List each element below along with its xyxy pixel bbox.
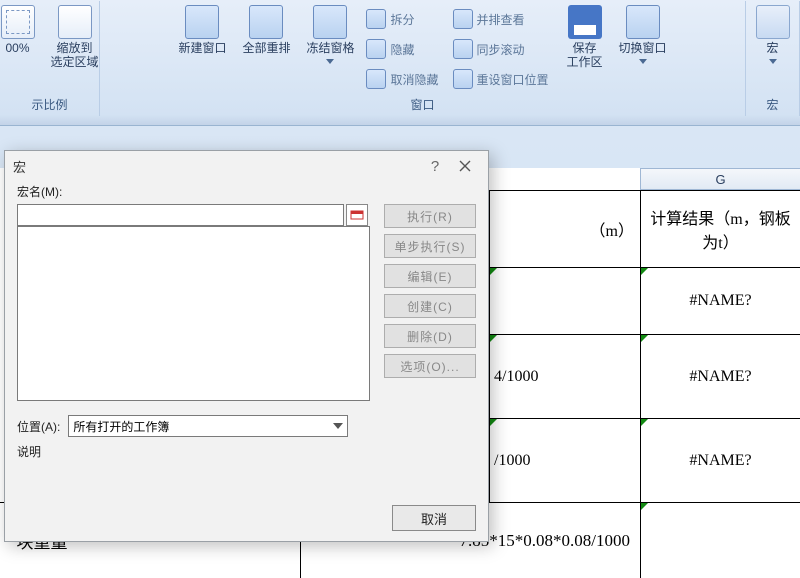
collapse-icon [350, 210, 364, 220]
split-button[interactable]: 拆分 [366, 5, 438, 33]
dialog-titlebar[interactable]: 宏 ? [5, 151, 488, 181]
cell-g-row3[interactable]: #NAME? [640, 418, 800, 502]
step-button[interactable]: 单步执行(S) [384, 234, 476, 258]
arrange-icon [249, 5, 283, 39]
ribbon-group-window: 新建窗口 全部重排 冻结窗格 拆分 隐藏 取消隐藏 并排查看 同步滚动 重设窗口… [100, 1, 746, 116]
sheet-icon [1, 5, 35, 39]
split-icon [366, 9, 386, 29]
chevron-down-icon [326, 59, 334, 67]
chevron-down-icon [639, 59, 647, 67]
cancel-button[interactable]: 取消 [392, 505, 476, 531]
location-label: 位置(A): [17, 418, 60, 435]
dialog-title: 宏 [13, 157, 420, 176]
hide-button[interactable]: 隐藏 [366, 35, 438, 63]
macro-list[interactable] [17, 226, 370, 401]
location-select[interactable]: 所有打开的工作簿 [68, 415, 348, 437]
edit-button[interactable]: 编辑(E) [384, 264, 476, 288]
freeze-panes-button[interactable]: 冻结窗格 [302, 3, 358, 69]
create-button[interactable]: 创建(C) [384, 294, 476, 318]
column-header-g[interactable]: G [640, 168, 800, 190]
macro-name-label: 宏名(M): [17, 183, 476, 200]
close-button[interactable] [450, 155, 480, 177]
macro-icon [756, 5, 790, 39]
save-workspace-button[interactable]: 保存 工作区 [563, 3, 607, 71]
cell-g-row1[interactable]: #NAME? [640, 267, 800, 334]
header-cell-g[interactable]: 计算结果（m，钢板为t） [640, 190, 800, 267]
header-cell-f[interactable]: （m） [489, 190, 640, 267]
window-icon [185, 5, 219, 39]
cell-f-row1[interactable] [489, 267, 640, 334]
cell-f-row3[interactable]: /1000 [489, 418, 640, 502]
magnifier-icon [58, 5, 92, 39]
macro-button[interactable]: 宏 [752, 3, 794, 69]
macro-dialog: 宏 ? 宏名(M): 执行(R) 单步执行(S) 编辑(E) 创建(C) [4, 150, 489, 542]
group-label: 宏 [752, 96, 793, 116]
chevron-down-icon [769, 59, 777, 67]
cell-g-row4[interactable] [640, 502, 800, 578]
cell-g-row2[interactable]: #NAME? [640, 334, 800, 418]
freeze-icon [313, 5, 347, 39]
arrange-all-button[interactable]: 全部重排 [238, 3, 294, 57]
ribbon-group-macro: 宏 宏 [746, 1, 800, 116]
hide-icon [366, 39, 386, 59]
name-picker-button[interactable] [346, 204, 368, 226]
description-label: 说明 [17, 443, 476, 460]
cell-f-row2[interactable]: 4/1000 [489, 334, 640, 418]
run-button[interactable]: 执行(R) [384, 204, 476, 228]
sidebyside-icon [453, 9, 473, 29]
new-window-button[interactable]: 新建窗口 [174, 3, 230, 57]
unhide-icon [366, 69, 386, 89]
reset-pos-button[interactable]: 重设窗口位置 [453, 65, 549, 93]
group-label: 示比例 [6, 96, 93, 116]
help-button[interactable]: ? [420, 155, 450, 177]
zoom-to-selection-button[interactable]: 缩放到 选定区域 [47, 3, 103, 71]
switch-icon [626, 5, 660, 39]
unhide-button[interactable]: 取消隐藏 [366, 65, 438, 93]
syncscroll-icon [453, 39, 473, 59]
zoom-100-button[interactable]: 00% [0, 3, 39, 57]
chevron-down-icon [333, 423, 343, 429]
delete-button[interactable]: 删除(D) [384, 324, 476, 348]
ribbon-group-view: 00% 缩放到 选定区域 示比例 [0, 1, 100, 116]
ribbon: 00% 缩放到 选定区域 示比例 新建窗口 全部重排 冻结窗格 [0, 0, 800, 126]
side-by-side-button[interactable]: 并排查看 [453, 5, 549, 33]
location-value: 所有打开的工作簿 [73, 418, 169, 435]
close-icon [459, 160, 471, 172]
sync-scroll-button[interactable]: 同步滚动 [453, 35, 549, 63]
group-label: 窗口 [106, 96, 739, 116]
macro-name-input[interactable] [17, 204, 344, 226]
save-icon [568, 5, 602, 39]
options-button[interactable]: 选项(O)... [384, 354, 476, 378]
resetpos-icon [453, 69, 473, 89]
switch-windows-button[interactable]: 切换窗口 [615, 3, 671, 69]
